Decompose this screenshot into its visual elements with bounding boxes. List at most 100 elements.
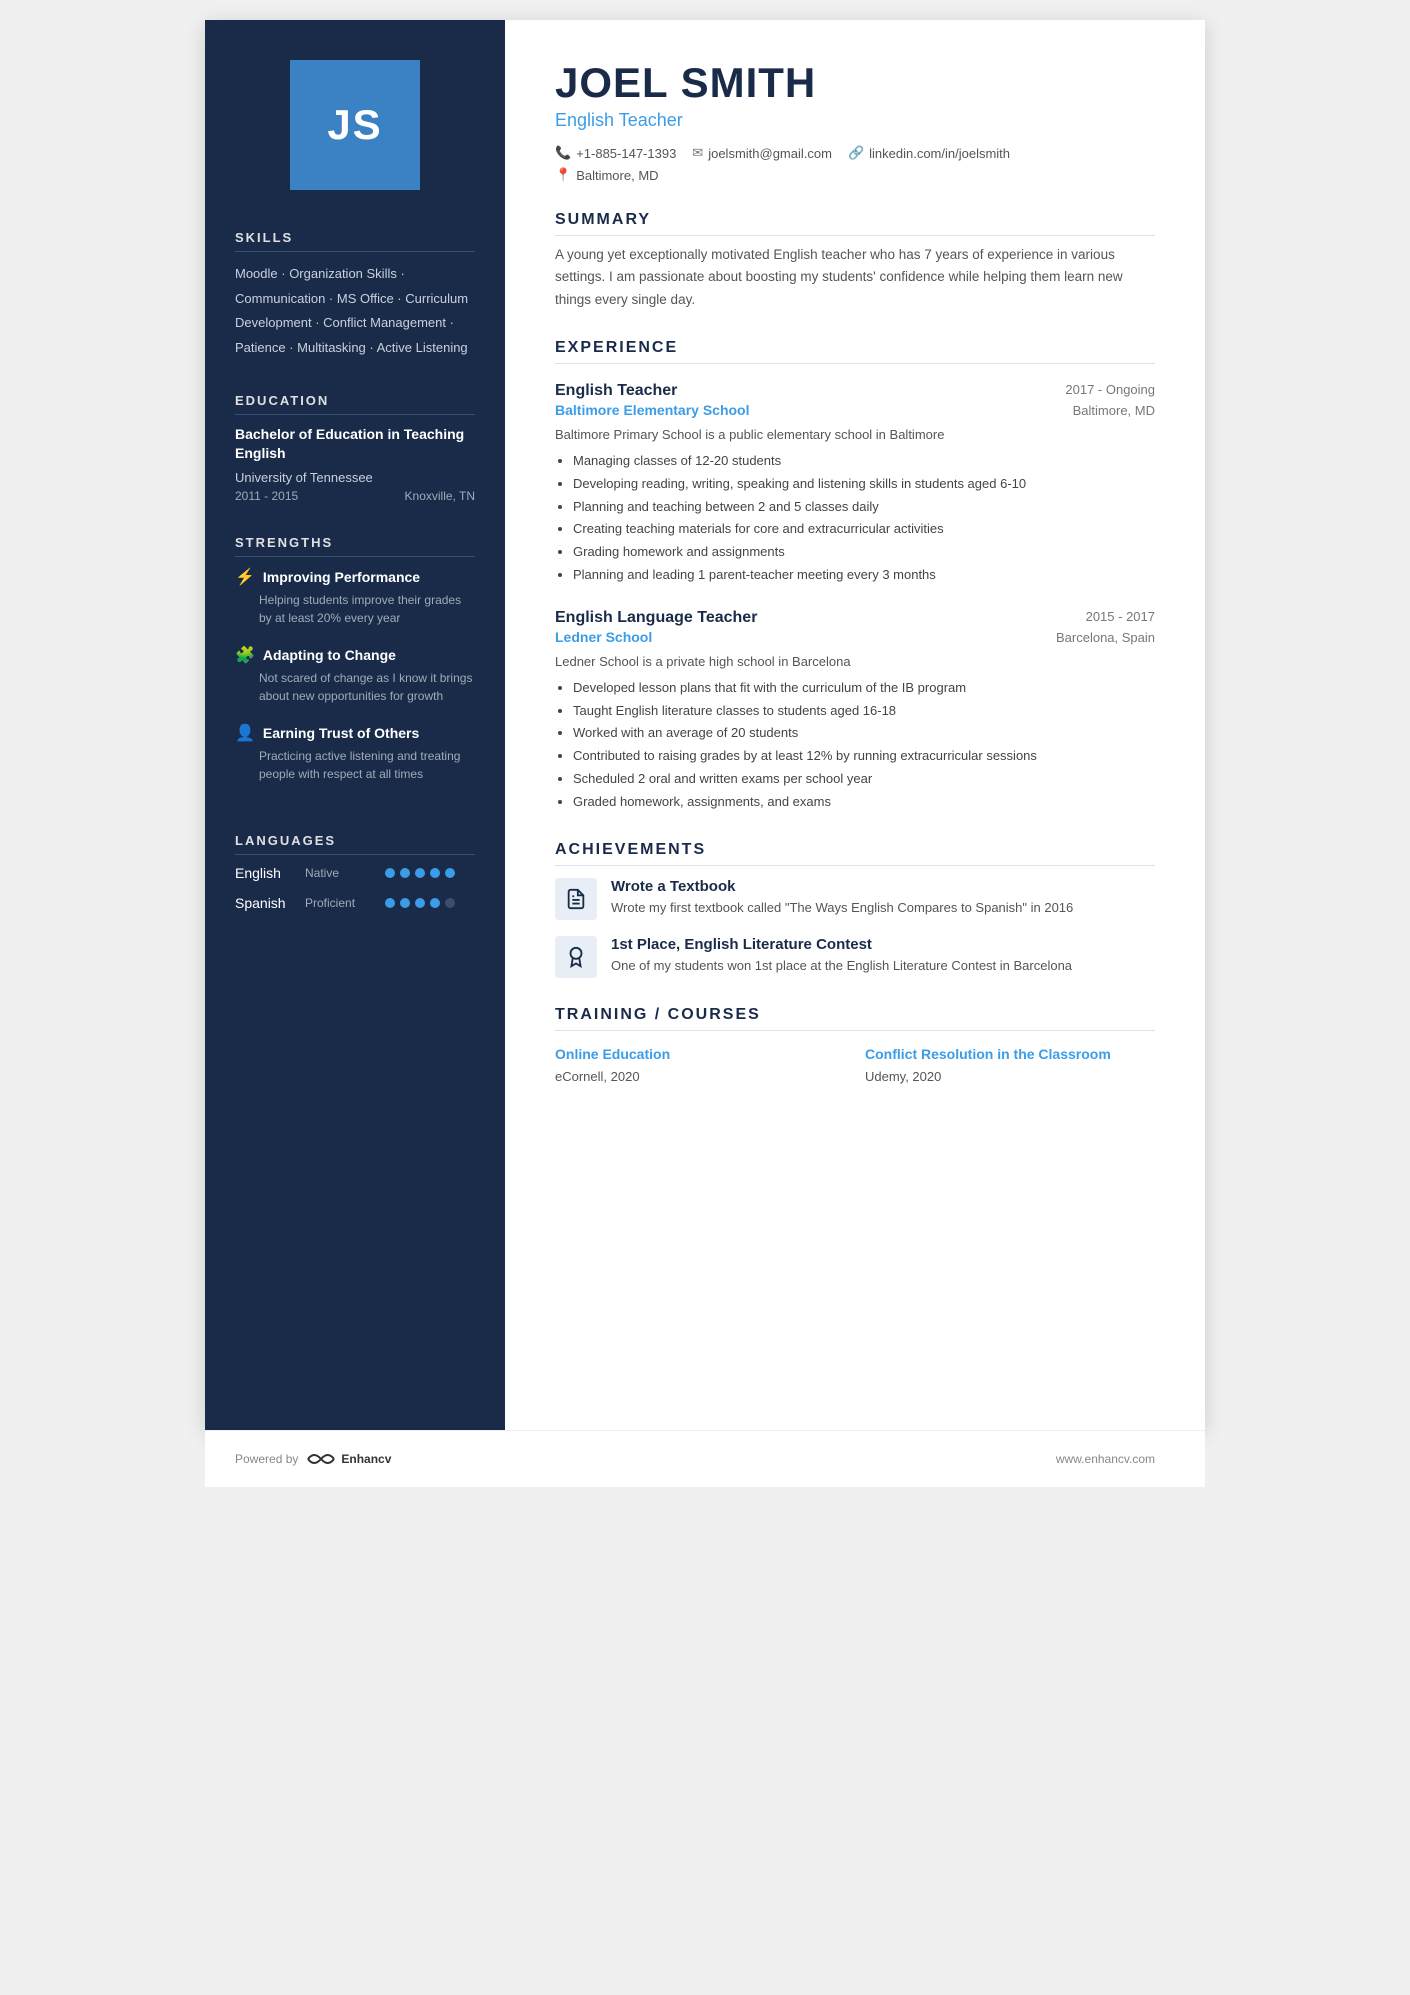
bullet: Developing reading, writing, speaking an… bbox=[573, 473, 1155, 496]
dot bbox=[400, 868, 410, 878]
strength-item-1: 🧩 Adapting to Change Not scared of chang… bbox=[235, 645, 475, 705]
education-section: EDUCATION Bachelor of Education in Teach… bbox=[235, 393, 475, 503]
summary-title: SUMMARY bbox=[555, 211, 1155, 236]
summary-text: A young yet exceptionally motivated Engl… bbox=[555, 244, 1155, 311]
strengths-section: STRENGTHS ⚡ Improving Performance Helpin… bbox=[235, 535, 475, 801]
achievement-desc-0: Wrote my first textbook called "The Ways… bbox=[611, 898, 1073, 918]
job-dates-0: 2017 - Ongoing bbox=[1065, 382, 1155, 397]
enhancv-logo: Enhancv bbox=[306, 1449, 391, 1469]
training-meta-0: eCornell, 2020 bbox=[555, 1069, 845, 1084]
education-meta: 2011 - 2015 Knoxville, TN bbox=[235, 489, 475, 503]
training-item-0: Online Education eCornell, 2020 bbox=[555, 1045, 845, 1084]
dot bbox=[385, 868, 395, 878]
lang-dots-0 bbox=[385, 868, 455, 878]
bullet: Planning and teaching between 2 and 5 cl… bbox=[573, 496, 1155, 519]
strength-icon-2: 👤 bbox=[235, 723, 255, 743]
strength-desc-0: Helping students improve their grades by… bbox=[235, 591, 475, 627]
strength-item-0: ⚡ Improving Performance Helping students… bbox=[235, 567, 475, 627]
lang-level-1: Proficient bbox=[305, 896, 385, 910]
achievement-title-0: Wrote a Textbook bbox=[611, 878, 1073, 895]
linkedin-contact: 🔗 linkedin.com/in/joelsmith bbox=[848, 145, 1010, 161]
strength-desc-2: Practicing active listening and treating… bbox=[235, 747, 475, 783]
lang-name-1: Spanish bbox=[235, 895, 305, 911]
email-address: joelsmith@gmail.com bbox=[708, 146, 832, 161]
avatar-container: JS bbox=[235, 60, 475, 190]
job-dates-1: 2015 - 2017 bbox=[1086, 609, 1155, 624]
skills-title: SKILLS bbox=[235, 230, 475, 252]
dot bbox=[430, 898, 440, 908]
dot bbox=[430, 868, 440, 878]
main-content: JOEL SMITH English Teacher 📞 +1-885-147-… bbox=[505, 20, 1205, 1430]
bullet: Grading homework and assignments bbox=[573, 541, 1155, 564]
phone-number: +1-885-147-1393 bbox=[576, 146, 676, 161]
location-contact: 📍 Baltimore, MD bbox=[555, 167, 659, 183]
dot bbox=[415, 898, 425, 908]
job-title-0: English Teacher bbox=[555, 382, 677, 400]
dot bbox=[445, 868, 455, 878]
footer: Powered by Enhancv www.enhancv.com bbox=[205, 1430, 1205, 1487]
achievements-section: ACHIEVEMENTS Wrote a Textbook Wr bbox=[555, 841, 1155, 978]
strengths-title: STRENGTHS bbox=[235, 535, 475, 557]
job-location-0: Baltimore, MD bbox=[1073, 403, 1155, 418]
email-icon: ✉ bbox=[692, 145, 703, 161]
email-contact: ✉ joelsmith@gmail.com bbox=[692, 145, 832, 161]
experience-title: EXPERIENCE bbox=[555, 339, 1155, 364]
job-org-0: Baltimore Elementary School bbox=[555, 402, 750, 418]
strength-icon-1: 🧩 bbox=[235, 645, 255, 665]
training-section: TRAINING / COURSES Online Education eCor… bbox=[555, 1006, 1155, 1084]
bullet: Creating teaching materials for core and… bbox=[573, 518, 1155, 541]
strength-desc-1: Not scared of change as I know it brings… bbox=[235, 669, 475, 705]
languages-section: LANGUAGES English Native Spanish Profici… bbox=[235, 833, 475, 925]
job-item-1: English Language Teacher 2015 - 2017 Led… bbox=[555, 609, 1155, 814]
job-bullets-1: Developed lesson plans that fit with the… bbox=[555, 677, 1155, 814]
job-location-1: Barcelona, Spain bbox=[1056, 630, 1155, 645]
brand-name: Enhancv bbox=[341, 1452, 391, 1466]
dot-empty bbox=[445, 898, 455, 908]
training-title: TRAINING / COURSES bbox=[555, 1006, 1155, 1031]
achievements-title: ACHIEVEMENTS bbox=[555, 841, 1155, 866]
achievement-item-1: 1st Place, English Literature Contest On… bbox=[555, 936, 1155, 978]
bullet: Scheduled 2 oral and written exams per s… bbox=[573, 768, 1155, 791]
bullet: Planning and leading 1 parent-teacher me… bbox=[573, 564, 1155, 587]
language-item-1: Spanish Proficient bbox=[235, 895, 475, 911]
strength-item-2: 👤 Earning Trust of Others Practicing act… bbox=[235, 723, 475, 783]
bullet: Contributed to raising grades by at leas… bbox=[573, 745, 1155, 768]
skills-section: SKILLS Moodle · Organization Skills · Co… bbox=[235, 230, 475, 361]
training-meta-1: Udemy, 2020 bbox=[865, 1069, 1155, 1084]
dot bbox=[415, 868, 425, 878]
linkedin-icon: 🔗 bbox=[848, 145, 864, 161]
dot bbox=[400, 898, 410, 908]
footer-left: Powered by Enhancv bbox=[235, 1449, 391, 1469]
training-course-title-0: Online Education bbox=[555, 1045, 845, 1065]
phone-contact: 📞 +1-885-147-1393 bbox=[555, 145, 676, 161]
job-title: English Teacher bbox=[555, 110, 1155, 131]
language-item-0: English Native bbox=[235, 865, 475, 881]
phone-icon: 📞 bbox=[555, 145, 571, 161]
bullet: Managing classes of 12-20 students bbox=[573, 450, 1155, 473]
contact-row: 📞 +1-885-147-1393 ✉ joelsmith@gmail.com … bbox=[555, 145, 1155, 161]
powered-by-text: Powered by bbox=[235, 1452, 298, 1466]
strength-title-1: Adapting to Change bbox=[263, 647, 396, 663]
footer-website: www.enhancv.com bbox=[1056, 1452, 1155, 1466]
training-item-1: Conflict Resolution in the Classroom Ude… bbox=[865, 1045, 1155, 1084]
lang-level-0: Native bbox=[305, 866, 385, 880]
education-school: University of Tennessee bbox=[235, 470, 475, 485]
summary-section: SUMMARY A young yet exceptionally motiva… bbox=[555, 211, 1155, 311]
resume-header: JOEL SMITH English Teacher 📞 +1-885-147-… bbox=[555, 60, 1155, 183]
job-bullets-0: Managing classes of 12-20 students Devel… bbox=[555, 450, 1155, 587]
training-grid: Online Education eCornell, 2020 Conflict… bbox=[555, 1045, 1155, 1084]
education-degree: Bachelor of Education in Teaching Englis… bbox=[235, 425, 475, 464]
location-text: Baltimore, MD bbox=[576, 168, 658, 183]
achievement-icon-1 bbox=[555, 936, 597, 978]
strength-title-2: Earning Trust of Others bbox=[263, 725, 419, 741]
achievement-title-1: 1st Place, English Literature Contest bbox=[611, 936, 1072, 953]
achievement-item-0: Wrote a Textbook Wrote my first textbook… bbox=[555, 878, 1155, 920]
strength-icon-0: ⚡ bbox=[235, 567, 255, 587]
bullet: Graded homework, assignments, and exams bbox=[573, 791, 1155, 814]
education-location: Knoxville, TN bbox=[405, 489, 475, 503]
bullet: Taught English literature classes to stu… bbox=[573, 700, 1155, 723]
sidebar: JS SKILLS Moodle · Organization Skills ·… bbox=[205, 20, 505, 1430]
linkedin-url: linkedin.com/in/joelsmith bbox=[869, 146, 1010, 161]
candidate-name: JOEL SMITH bbox=[555, 60, 1155, 106]
experience-section: EXPERIENCE English Teacher 2017 - Ongoin… bbox=[555, 339, 1155, 813]
